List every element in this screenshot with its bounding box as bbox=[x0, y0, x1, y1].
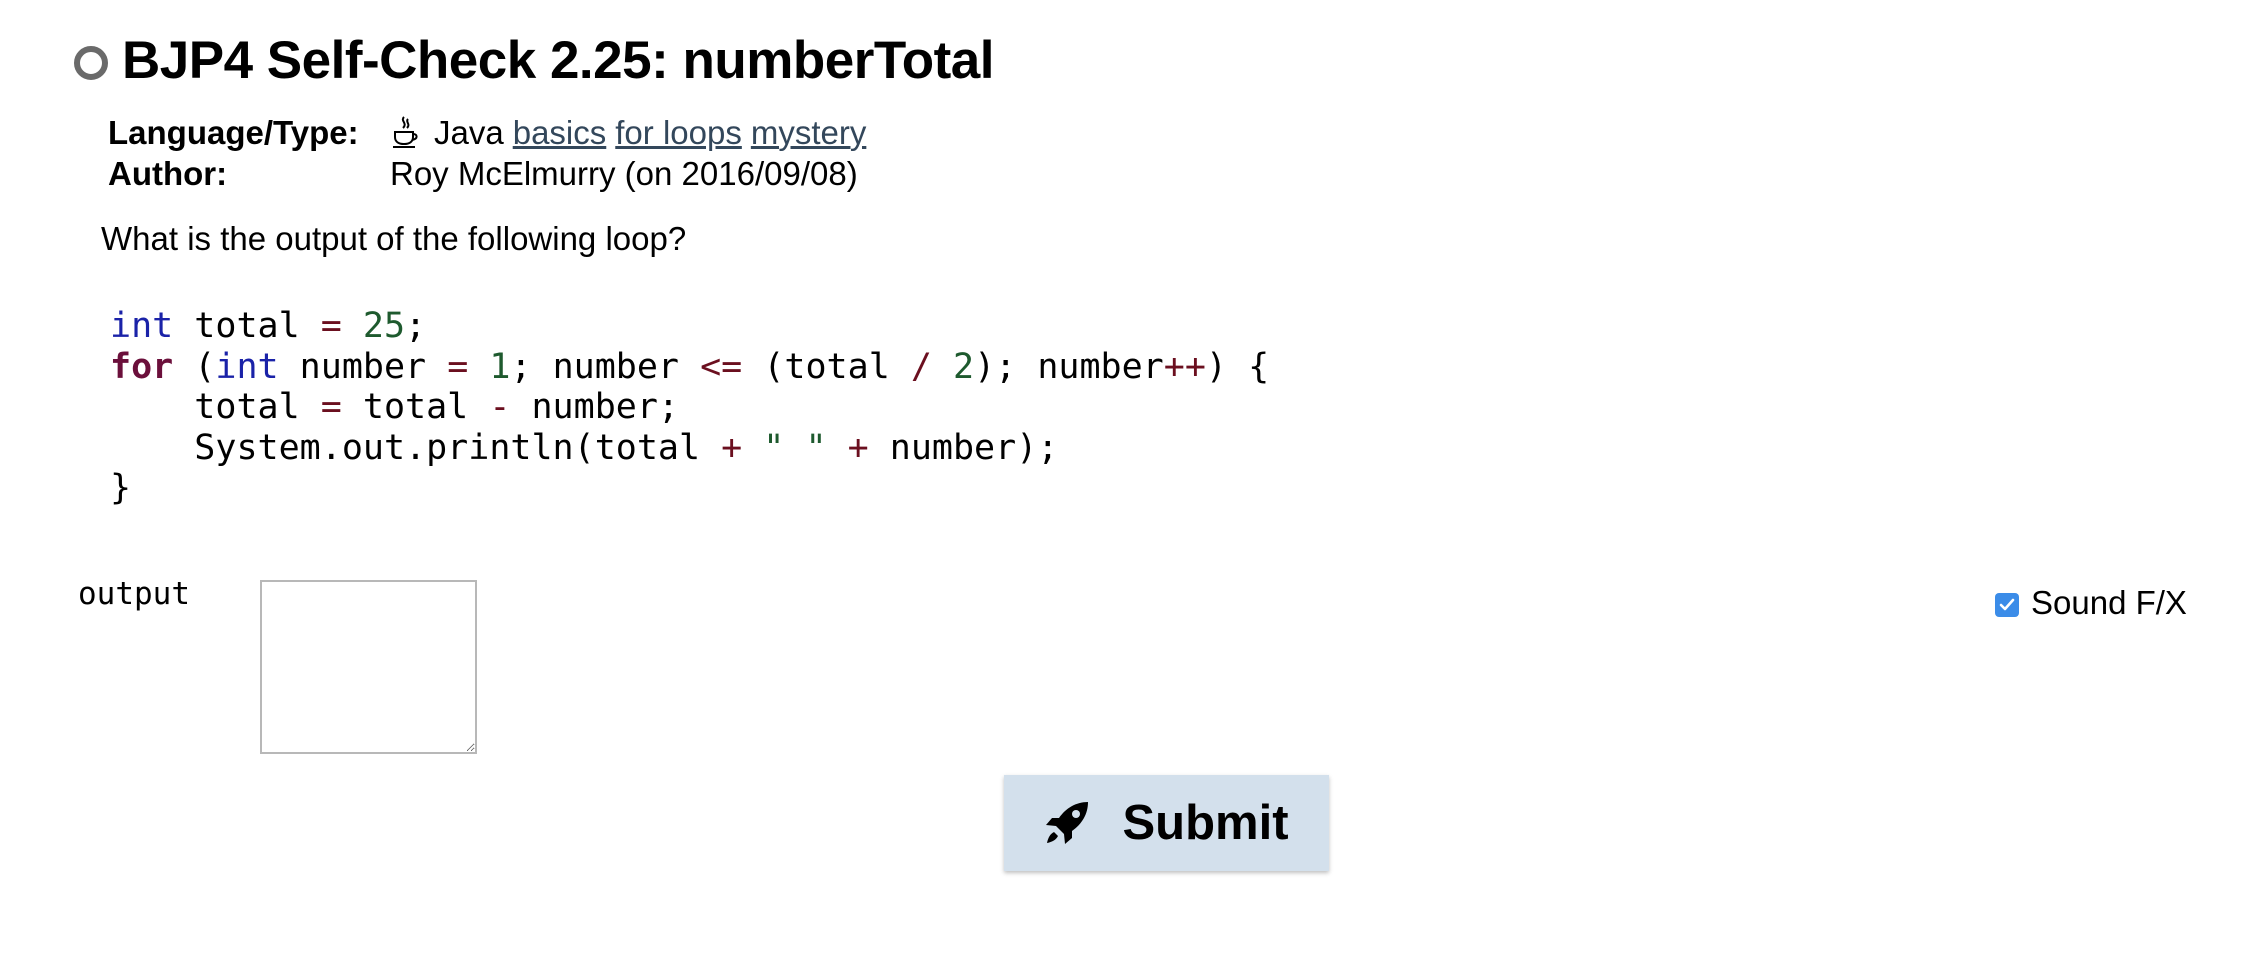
tag-link-mystery[interactable]: mystery bbox=[751, 114, 867, 152]
language-name: Java bbox=[434, 113, 504, 151]
sound-fx-checkbox[interactable] bbox=[1995, 593, 2019, 617]
sound-fx-label: Sound F/X bbox=[2031, 584, 2187, 621]
author-label: Author: bbox=[108, 154, 228, 192]
code-line: for (int number = 1; number <= (total / … bbox=[110, 346, 1270, 387]
java-cup-icon bbox=[393, 115, 418, 148]
title-row: BJP4 Self-Check 2.25: numberTotal bbox=[74, 30, 995, 91]
code-block: int total = 25; for (int number = 1; num… bbox=[110, 306, 1269, 509]
checkmark-icon bbox=[1999, 598, 2015, 611]
problem-prompt: What is the output of the following loop… bbox=[101, 220, 687, 257]
author-value: Roy McElmurry (on 2016/09/08) bbox=[390, 154, 858, 192]
meta-author-row: Author: Roy McElmurry (on 2016/09/08) bbox=[108, 153, 866, 194]
tag-link-basics[interactable]: basics bbox=[513, 114, 607, 152]
status-circle-icon bbox=[74, 45, 108, 80]
meta-language-row: Language/Type: Java basics for loops mys… bbox=[108, 112, 866, 153]
problem-meta: Language/Type: Java basics for loops mys… bbox=[108, 112, 866, 194]
tag-link-for-loops[interactable]: for loops bbox=[615, 114, 742, 152]
code-line: } bbox=[110, 468, 132, 508]
code-line: total = total - number; bbox=[194, 387, 679, 427]
page: BJP4 Self-Check 2.25: numberTotal Langua… bbox=[0, 0, 2250, 958]
output-label: output bbox=[78, 576, 190, 612]
code-line: int total = 25; bbox=[110, 306, 427, 346]
problem-title: BJP4 Self-Check 2.25: numberTotal bbox=[122, 31, 995, 90]
language-label: Language/Type: bbox=[108, 113, 359, 151]
rocket-icon bbox=[1046, 802, 1089, 844]
submit-button[interactable]: Submit bbox=[1004, 775, 1329, 871]
sound-fx-toggle[interactable]: Sound F/X bbox=[1995, 584, 2187, 622]
code-line: System.out.println(total + " " + number)… bbox=[194, 427, 1059, 468]
submit-label: Submit bbox=[1122, 796, 1289, 850]
language-value: Java basics for loops mystery bbox=[390, 114, 866, 152]
output-textarea[interactable] bbox=[260, 580, 477, 754]
